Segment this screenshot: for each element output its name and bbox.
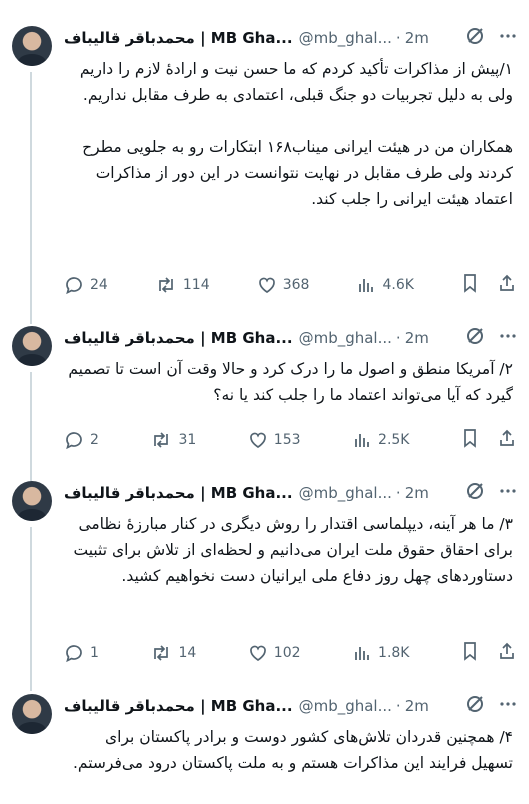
repost-arrows-icon	[154, 645, 169, 661]
avatar[interactable]	[12, 481, 52, 521]
tweet-paragraph: ۱/پیش از مذاکرات تأکید کردم که ما حسن نی…	[79, 60, 513, 104]
reply-bubble-icon	[66, 645, 82, 663]
tweet-text: ۲/ آمریکا منطق و اصول ما را درک کرد و حا…	[64, 356, 513, 408]
views-button[interactable]: 1.8K	[352, 643, 409, 663]
repost-button[interactable]: 31	[150, 430, 196, 450]
repost-arrows-icon	[159, 277, 173, 293]
tweet-paragraph: همکاران من در هیئت ایرانی میناب۱۶۸ ابتکا…	[82, 138, 513, 208]
tweet-header: محمدباقر قالیباف | MB Gha... @mb_ghal...…	[64, 328, 517, 348]
author-name[interactable]: محمدباقر قالیباف | MB Gha...	[64, 484, 293, 502]
tweet-text: ۴/ همچنین قدردان تلاش‌های کشور دوست و بر…	[64, 724, 513, 776]
avatar[interactable]	[12, 326, 52, 366]
reply-button[interactable]: 1	[64, 643, 99, 663]
bookmark-icon	[464, 642, 476, 661]
views-count: 4.6K	[382, 277, 414, 293]
repost-button[interactable]: 14	[150, 643, 196, 663]
tweet-header: محمدباقر قالیباف | MB Gha... @mb_ghal...…	[64, 696, 517, 716]
tweet-time[interactable]: 2m	[405, 29, 429, 47]
bookmark-button[interactable]	[461, 641, 479, 665]
tweet-time[interactable]: 2m	[405, 484, 429, 502]
reply-bubble-icon	[66, 432, 82, 450]
tweet-paragraph: ۲/ آمریکا منطق و اصول ما را درک کرد و حا…	[68, 360, 513, 404]
like-count: 153	[273, 432, 301, 448]
thread-line	[30, 527, 32, 691]
author-name[interactable]: محمدباقر قالیباف | MB Gha...	[64, 697, 293, 715]
views-count: 2.5K	[378, 432, 410, 448]
heart-icon	[258, 277, 275, 293]
share-button[interactable]	[497, 641, 517, 665]
repost-count: 31	[178, 432, 197, 448]
grok-slash-icon[interactable]	[465, 26, 485, 50]
share-button[interactable]	[497, 428, 517, 452]
reply-button[interactable]: 2	[64, 430, 99, 450]
tweet-time[interactable]: 2m	[405, 329, 429, 347]
more-dots-icon[interactable]	[499, 695, 517, 717]
like-count: 102	[273, 645, 301, 661]
avatar[interactable]	[12, 694, 52, 734]
views-bars-icon	[359, 279, 374, 292]
author-handle[interactable]: @mb_ghal...	[299, 697, 392, 715]
views-button[interactable]: 4.6K	[356, 275, 414, 295]
grok-slash-icon[interactable]	[465, 326, 485, 350]
views-bars-icon	[355, 647, 369, 660]
action-bar: 2 31 153 2.5K	[64, 428, 517, 452]
more-dots-icon[interactable]	[499, 327, 517, 349]
author-handle[interactable]: @mb_ghal...	[299, 329, 392, 347]
tweet-time[interactable]: 2m	[405, 697, 429, 715]
share-upload-icon	[500, 274, 514, 291]
views-bars-icon	[355, 434, 369, 447]
repost-count: 14	[178, 645, 197, 661]
reply-count: 2	[90, 432, 99, 448]
repost-button[interactable]: 114	[155, 275, 210, 295]
repost-count: 114	[182, 277, 210, 293]
tweet-text: ۳/ ما هر آینه، دیپلماسی اقتدار را روش دی…	[64, 511, 513, 589]
thread-line	[30, 72, 32, 324]
author-handle[interactable]: @mb_ghal...	[299, 29, 392, 47]
share-upload-icon	[500, 642, 514, 659]
views-count: 1.8K	[378, 645, 410, 661]
author-name[interactable]: محمدباقر قالیباف | MB Gha...	[64, 29, 293, 47]
heart-icon	[249, 645, 266, 661]
bookmark-button[interactable]	[461, 428, 479, 452]
author-name[interactable]: محمدباقر قالیباف | MB Gha...	[64, 329, 293, 347]
action-bar: 1 14 102 1.8K	[64, 641, 517, 665]
share-upload-icon	[500, 429, 514, 446]
tweet-paragraph: ۴/ همچنین قدردان تلاش‌های کشور دوست و بر…	[72, 728, 513, 772]
grok-slash-icon[interactable]	[465, 481, 485, 505]
reply-count: 24	[90, 277, 108, 293]
grok-slash-icon[interactable]	[465, 694, 485, 718]
bookmark-icon	[464, 274, 476, 293]
share-button[interactable]	[497, 273, 517, 297]
bookmark-icon	[464, 429, 476, 448]
reply-bubble-icon	[66, 277, 82, 295]
tweet-text: ۱/پیش از مذاکرات تأکید کردم که ما حسن نی…	[64, 56, 513, 212]
like-button[interactable]: 102	[248, 643, 301, 663]
more-dots-icon[interactable]	[499, 27, 517, 49]
heart-icon	[249, 432, 266, 448]
like-button[interactable]: 368	[257, 275, 310, 295]
repost-arrows-icon	[154, 432, 169, 448]
tweet-header: محمدباقر قالیباف | MB Gha... @mb_ghal...…	[64, 28, 517, 48]
tweet-paragraph: ۳/ ما هر آینه، دیپلماسی اقتدار را روش دی…	[73, 515, 513, 585]
author-handle[interactable]: @mb_ghal...	[299, 484, 392, 502]
avatar[interactable]	[12, 26, 52, 66]
reply-count: 1	[90, 645, 99, 661]
like-button[interactable]: 153	[248, 430, 301, 450]
bookmark-button[interactable]	[461, 273, 479, 297]
action-bar: 24 114 368 4.6K	[64, 273, 517, 297]
reply-button[interactable]: 24	[64, 275, 108, 295]
like-count: 368	[282, 277, 310, 293]
more-dots-icon[interactable]	[499, 482, 517, 504]
thread-line	[30, 372, 32, 482]
views-button[interactable]: 2.5K	[352, 430, 409, 450]
tweet-header: محمدباقر قالیباف | MB Gha... @mb_ghal...…	[64, 483, 517, 503]
